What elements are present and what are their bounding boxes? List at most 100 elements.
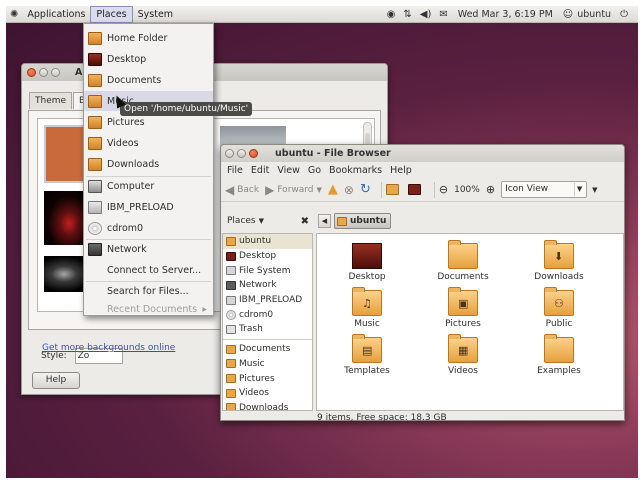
minimize-icon[interactable] <box>39 68 48 77</box>
clock[interactable]: Wed Mar 3, 6:19 PM <box>452 9 559 20</box>
stop-button[interactable]: ⊗ <box>344 183 354 197</box>
file-examples[interactable]: Examples <box>519 334 599 376</box>
pictures-folder-icon: ▣ <box>448 287 478 316</box>
up-arrow-icon: ▲ <box>327 182 338 197</box>
sidebar-item-trash[interactable]: Trash <box>223 322 312 337</box>
maximize-icon[interactable] <box>237 149 246 158</box>
minimize-icon[interactable] <box>225 149 234 158</box>
back-button[interactable]: ◀ Back <box>225 183 259 197</box>
user-name[interactable]: ubuntu <box>577 9 616 20</box>
public-folder-icon: ⚇ <box>544 287 574 316</box>
file-browser-toolbar: ◀ Back ▶ Forward ▼ ▲ ⊗ ↻ ⊖ 100% ⊕ Icon View… <box>221 178 624 202</box>
places-menu-button[interactable]: Places <box>90 6 133 23</box>
network-icon <box>88 242 102 256</box>
file-browser-title: ubuntu - File Browser <box>275 148 391 159</box>
path-button-ubuntu[interactable]: ubuntu <box>334 213 392 229</box>
menu-item-downloads[interactable]: Downloads <box>84 154 213 174</box>
menu-item-videos[interactable]: Videos <box>84 133 213 153</box>
computer-button[interactable] <box>407 184 424 195</box>
menu-go[interactable]: Go <box>304 165 325 176</box>
trash-icon <box>226 324 236 334</box>
music-folder-icon <box>226 359 236 369</box>
network-icon[interactable]: ⇅ <box>399 6 415 23</box>
templates-folder-icon: ▤ <box>352 334 382 363</box>
power-icon[interactable]: ⏻ <box>616 6 632 23</box>
menu-bookmarks[interactable]: Bookmarks <box>325 165 386 176</box>
volume-icon[interactable]: ◀) <box>416 6 436 23</box>
reload-button[interactable]: ↻ <box>360 182 371 197</box>
sidebar-item-downloads[interactable]: Downloads <box>223 401 312 410</box>
home-folder-icon <box>88 31 102 45</box>
close-icon[interactable] <box>249 149 258 158</box>
sidebar-item-cdrom0[interactable]: cdrom0 <box>223 307 312 322</box>
home-button[interactable] <box>385 184 402 195</box>
menu-file[interactable]: File <box>223 165 247 176</box>
ubuntu-logo-icon[interactable]: ✺ <box>6 6 22 23</box>
system-menu[interactable]: System <box>133 6 178 23</box>
help-button[interactable]: Help <box>32 372 80 389</box>
file-videos[interactable]: ▦ Videos <box>423 334 503 376</box>
file-documents[interactable]: Documents <box>423 240 503 282</box>
menu-item-recent-documents[interactable]: Recent Documents ▶ <box>84 299 213 319</box>
menu-edit[interactable]: Edit <box>247 165 273 176</box>
file-browser-titlebar[interactable]: ubuntu - File Browser <box>221 145 624 162</box>
sidebar-item-pictures[interactable]: Pictures <box>223 371 312 386</box>
maximize-icon[interactable] <box>51 68 60 77</box>
close-icon[interactable] <box>27 68 36 77</box>
file-pictures[interactable]: ▣ Pictures <box>423 287 503 329</box>
sidebar-item-file-system[interactable]: File System <box>223 263 312 278</box>
file-desktop[interactable]: Desktop <box>327 243 407 282</box>
forward-button[interactable]: ▶ Forward ▼ <box>265 183 322 197</box>
sidebar-item-network[interactable]: Network <box>223 278 312 293</box>
file-icon-view[interactable]: Desktop Documents ⬇ Downloads ♫ Music ▣ … <box>316 233 624 411</box>
menu-item-network[interactable]: Network <box>84 239 213 259</box>
zoom-in-button[interactable]: ⊕ <box>486 183 495 196</box>
downloads-folder-icon <box>88 157 102 171</box>
documents-folder-icon <box>88 73 102 87</box>
downloads-folder-icon: ⬇ <box>544 240 574 269</box>
menu-item-desktop[interactable]: Desktop <box>84 49 213 69</box>
file-downloads[interactable]: ⬇ Downloads <box>519 240 599 282</box>
file-browser-menubar: File Edit View Go Bookmarks Help <box>221 162 624 178</box>
computer-icon <box>407 184 421 195</box>
sidebar-item-ubuntu[interactable]: ubuntu <box>223 234 312 249</box>
menu-item-connect-to-server[interactable]: Connect to Server... <box>84 260 213 280</box>
stop-icon: ⊗ <box>343 182 354 197</box>
up-button[interactable]: ▲ <box>328 182 338 197</box>
close-sidebar-icon[interactable]: ✖ <box>301 216 309 227</box>
downloads-folder-icon <box>226 403 236 410</box>
menu-item-cdrom0[interactable]: cdrom0 <box>84 218 213 238</box>
file-public[interactable]: ⚇ Public <box>519 287 599 329</box>
home-folder-icon <box>226 236 236 246</box>
sidebar-item-desktop[interactable]: Desktop <box>223 249 312 264</box>
path-left-arrow[interactable]: ◀ <box>318 214 331 228</box>
zoom-out-icon: ⊖ <box>438 183 449 196</box>
menu-item-home-folder[interactable]: Home Folder <box>84 28 213 48</box>
menu-item-documents[interactable]: Documents <box>84 70 213 90</box>
menu-item-search-for-files[interactable]: Search for Files... <box>84 281 213 301</box>
desktop-icon <box>226 251 236 261</box>
zoom-out-button[interactable]: ⊖ <box>439 183 448 196</box>
sidebar-item-music[interactable]: Music <box>223 357 312 372</box>
documents-folder-icon <box>448 240 478 269</box>
user-icon: ☺ <box>562 9 574 20</box>
sidebar-item-ibm-preload[interactable]: IBM_PRELOAD <box>223 293 312 308</box>
menu-item-ibm-preload[interactable]: IBM_PRELOAD <box>84 197 213 217</box>
view-mode-select[interactable]: Icon View ▼ <box>501 181 588 198</box>
file-templates[interactable]: ▤ Templates <box>327 334 407 376</box>
documents-folder-icon <box>226 344 236 354</box>
videos-folder-icon <box>226 388 236 398</box>
toolbar-overflow-button[interactable]: ▼ <box>592 186 597 194</box>
menu-help[interactable]: Help <box>386 165 416 176</box>
menu-item-computer[interactable]: Computer <box>84 176 213 196</box>
sidebar-item-videos[interactable]: Videos <box>223 386 312 401</box>
tab-theme[interactable]: Theme <box>29 92 73 109</box>
wifi-icon[interactable]: ◉ <box>383 6 400 23</box>
sidebar-item-documents[interactable]: Documents <box>223 342 312 357</box>
file-music[interactable]: ♫ Music <box>327 287 407 329</box>
mail-icon[interactable]: ✉ <box>435 6 451 23</box>
applications-menu[interactable]: Applications <box>22 6 90 23</box>
menu-view[interactable]: View <box>273 165 304 176</box>
sidebar-header[interactable]: Places ▼ ✖ <box>222 210 313 232</box>
get-more-backgrounds-link[interactable]: Get more backgrounds online <box>42 343 175 353</box>
